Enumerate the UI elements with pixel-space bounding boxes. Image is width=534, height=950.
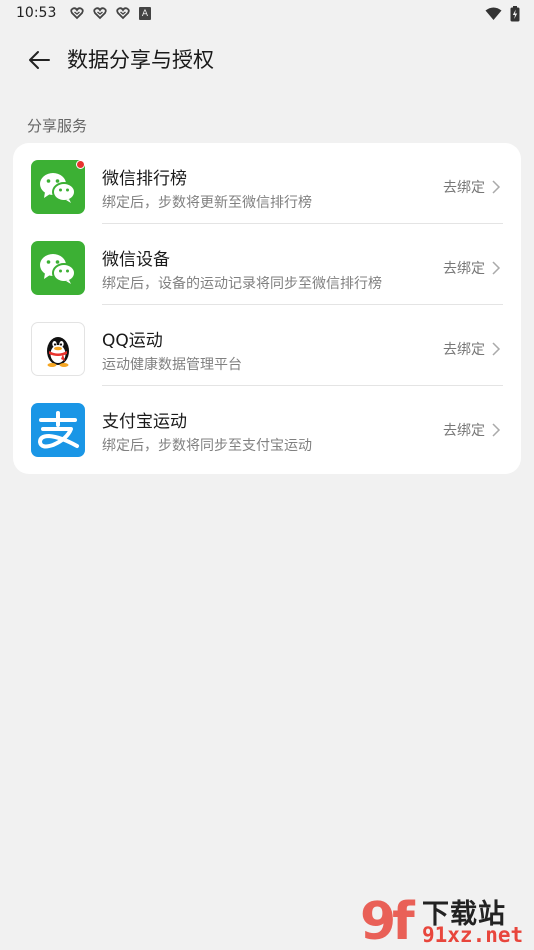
notification-icons: A bbox=[70, 6, 151, 20]
status-time: 10:53 bbox=[16, 5, 57, 21]
service-subtitle: 绑定后，设备的运动记录将同步至微信排行榜 bbox=[102, 276, 382, 292]
header: 数据分享与授权 bbox=[0, 36, 534, 82]
service-title: 微信设备 bbox=[102, 250, 170, 270]
service-title: 微信排行榜 bbox=[102, 169, 187, 189]
section-label: 分享服务 bbox=[27, 117, 88, 135]
service-subtitle: 运动健康数据管理平台 bbox=[102, 357, 242, 373]
bind-action: 去绑定 bbox=[443, 180, 485, 196]
service-title: 支付宝运动 bbox=[102, 412, 187, 432]
bind-action: 去绑定 bbox=[443, 261, 485, 277]
watermark: 9f 下载站 91xz.net bbox=[360, 890, 530, 950]
service-row-wechat-ranking[interactable]: 微信排行榜 绑定后，步数将更新至微信排行榜 去绑定 bbox=[13, 143, 521, 224]
service-subtitle: 绑定后，步数将更新至微信排行榜 bbox=[102, 195, 312, 211]
alipay-icon bbox=[31, 403, 85, 457]
watermark-url: 91xz.net bbox=[422, 923, 524, 947]
services-card: 微信排行榜 绑定后，步数将更新至微信排行榜 去绑定 微信设备 绑定后，设备的运动… bbox=[13, 143, 521, 474]
notification-badge bbox=[76, 160, 85, 169]
watermark-logo: 9f bbox=[360, 892, 415, 950]
wechat-icon bbox=[31, 241, 85, 295]
a-notification-icon: A bbox=[139, 7, 151, 20]
heart-notification-icon bbox=[116, 7, 130, 20]
bind-action: 去绑定 bbox=[443, 342, 485, 358]
back-button[interactable] bbox=[24, 45, 54, 75]
heart-notification-icon bbox=[70, 7, 84, 20]
service-row-wechat-device[interactable]: 微信设备 绑定后，设备的运动记录将同步至微信排行榜 去绑定 bbox=[13, 224, 521, 305]
chevron-right-icon bbox=[492, 180, 501, 194]
qq-penguin-icon bbox=[31, 322, 85, 376]
service-row-qq-sport[interactable]: QQ运动 运动健康数据管理平台 去绑定 bbox=[13, 305, 521, 386]
system-icons bbox=[485, 6, 520, 22]
battery-charging-icon bbox=[510, 6, 520, 22]
bind-action: 去绑定 bbox=[443, 423, 485, 439]
service-title: QQ运动 bbox=[102, 331, 163, 351]
service-subtitle: 绑定后，步数将同步至支付宝运动 bbox=[102, 438, 312, 454]
wifi-icon bbox=[485, 7, 502, 20]
chevron-right-icon bbox=[492, 342, 501, 356]
page-title: 数据分享与授权 bbox=[67, 48, 214, 72]
chevron-right-icon bbox=[492, 423, 501, 437]
status-bar: 10:53 A bbox=[0, 0, 534, 28]
chevron-right-icon bbox=[492, 261, 501, 275]
service-row-alipay-sport[interactable]: 支付宝运动 绑定后，步数将同步至支付宝运动 去绑定 bbox=[13, 386, 521, 467]
arrow-left-icon bbox=[29, 51, 50, 69]
heart-notification-icon bbox=[93, 7, 107, 20]
